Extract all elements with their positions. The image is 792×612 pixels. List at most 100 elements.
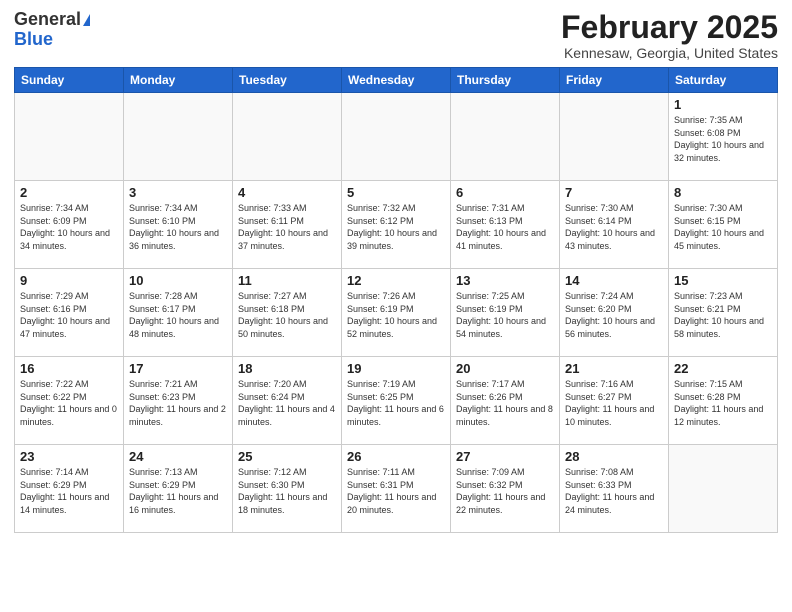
day-number: 7 (565, 185, 663, 200)
day-cell: 4 Sunrise: 7:33 AM Sunset: 6:11 PM Daylig… (233, 181, 342, 269)
logo-triangle-icon (83, 14, 90, 26)
week-row-1: 1 Sunrise: 7:35 AM Sunset: 6:08 PM Daylig… (15, 93, 778, 181)
day-number: 11 (238, 273, 336, 288)
weekday-tuesday: Tuesday (233, 68, 342, 93)
weekday-monday: Monday (124, 68, 233, 93)
day-info: Sunrise: 7:29 AM Sunset: 6:16 PM Dayligh… (20, 290, 118, 340)
day-cell: 18 Sunrise: 7:20 AM Sunset: 6:24 PM Dayli… (233, 357, 342, 445)
day-cell: 17 Sunrise: 7:21 AM Sunset: 6:23 PM Dayli… (124, 357, 233, 445)
weekday-header-row: SundayMondayTuesdayWednesdayThursdayFrid… (15, 68, 778, 93)
day-cell: 3 Sunrise: 7:34 AM Sunset: 6:10 PM Daylig… (124, 181, 233, 269)
day-number: 16 (20, 361, 118, 376)
day-cell: 16 Sunrise: 7:22 AM Sunset: 6:22 PM Dayli… (15, 357, 124, 445)
day-number: 10 (129, 273, 227, 288)
day-number: 28 (565, 449, 663, 464)
day-cell (342, 93, 451, 181)
day-info: Sunrise: 7:11 AM Sunset: 6:31 PM Dayligh… (347, 466, 445, 516)
location: Kennesaw, Georgia, United States (561, 45, 778, 61)
day-number: 21 (565, 361, 663, 376)
day-cell: 15Sunrise: 7:23 AM Sunset: 6:21 PM Dayli… (669, 269, 778, 357)
day-cell (560, 93, 669, 181)
weekday-wednesday: Wednesday (342, 68, 451, 93)
weekday-thursday: Thursday (451, 68, 560, 93)
day-number: 26 (347, 449, 445, 464)
day-cell (669, 445, 778, 533)
day-cell: 5 Sunrise: 7:32 AM Sunset: 6:12 PM Daylig… (342, 181, 451, 269)
day-cell: 14 Sunrise: 7:24 AM Sunset: 6:20 PM Dayli… (560, 269, 669, 357)
day-number: 5 (347, 185, 445, 200)
day-number: 19 (347, 361, 445, 376)
week-row-5: 23Sunrise: 7:14 AM Sunset: 6:29 PM Dayli… (15, 445, 778, 533)
week-row-4: 16 Sunrise: 7:22 AM Sunset: 6:22 PM Dayli… (15, 357, 778, 445)
day-number: 27 (456, 449, 554, 464)
day-cell: 20 Sunrise: 7:17 AM Sunset: 6:26 PM Dayli… (451, 357, 560, 445)
day-info: Sunrise: 7:33 AM Sunset: 6:11 PM Dayligh… (238, 202, 336, 252)
day-cell: 27 Sunrise: 7:09 AM Sunset: 6:32 PM Dayli… (451, 445, 560, 533)
weekday-friday: Friday (560, 68, 669, 93)
day-info: Sunrise: 7:30 AM Sunset: 6:15 PM Dayligh… (674, 202, 772, 252)
day-info: Sunrise: 7:30 AM Sunset: 6:14 PM Dayligh… (565, 202, 663, 252)
day-cell (233, 93, 342, 181)
day-info: Sunrise: 7:25 AM Sunset: 6:19 PM Dayligh… (456, 290, 554, 340)
header-right: February 2025 Kennesaw, Georgia, United … (561, 10, 778, 61)
day-info: Sunrise: 7:20 AM Sunset: 6:24 PM Dayligh… (238, 378, 336, 428)
day-cell: 11Sunrise: 7:27 AM Sunset: 6:18 PM Dayli… (233, 269, 342, 357)
calendar: SundayMondayTuesdayWednesdayThursdayFrid… (14, 67, 778, 533)
day-info: Sunrise: 7:14 AM Sunset: 6:29 PM Dayligh… (20, 466, 118, 516)
day-info: Sunrise: 7:08 AM Sunset: 6:33 PM Dayligh… (565, 466, 663, 516)
page: General Blue February 2025 Kennesaw, Geo… (0, 0, 792, 612)
day-number: 24 (129, 449, 227, 464)
weekday-saturday: Saturday (669, 68, 778, 93)
logo-general-text: General (14, 10, 81, 30)
day-info: Sunrise: 7:13 AM Sunset: 6:29 PM Dayligh… (129, 466, 227, 516)
day-info: Sunrise: 7:34 AM Sunset: 6:09 PM Dayligh… (20, 202, 118, 252)
day-cell: 7 Sunrise: 7:30 AM Sunset: 6:14 PM Daylig… (560, 181, 669, 269)
day-number: 15 (674, 273, 772, 288)
day-info: Sunrise: 7:22 AM Sunset: 6:22 PM Dayligh… (20, 378, 118, 428)
day-info: Sunrise: 7:28 AM Sunset: 6:17 PM Dayligh… (129, 290, 227, 340)
day-cell: 21 Sunrise: 7:16 AM Sunset: 6:27 PM Dayli… (560, 357, 669, 445)
day-info: Sunrise: 7:24 AM Sunset: 6:20 PM Dayligh… (565, 290, 663, 340)
header: General Blue February 2025 Kennesaw, Geo… (14, 10, 778, 61)
day-cell: 22Sunrise: 7:15 AM Sunset: 6:28 PM Dayli… (669, 357, 778, 445)
day-cell: 19 Sunrise: 7:19 AM Sunset: 6:25 PM Dayli… (342, 357, 451, 445)
week-row-3: 9 Sunrise: 7:29 AM Sunset: 6:16 PM Daylig… (15, 269, 778, 357)
day-info: Sunrise: 7:35 AM Sunset: 6:08 PM Dayligh… (674, 114, 772, 164)
day-info: Sunrise: 7:09 AM Sunset: 6:32 PM Dayligh… (456, 466, 554, 516)
day-cell: 13 Sunrise: 7:25 AM Sunset: 6:19 PM Dayli… (451, 269, 560, 357)
day-number: 3 (129, 185, 227, 200)
day-number: 25 (238, 449, 336, 464)
day-info: Sunrise: 7:16 AM Sunset: 6:27 PM Dayligh… (565, 378, 663, 428)
day-number: 14 (565, 273, 663, 288)
day-cell: 28 Sunrise: 7:08 AM Sunset: 6:33 PM Dayli… (560, 445, 669, 533)
day-number: 20 (456, 361, 554, 376)
day-number: 13 (456, 273, 554, 288)
day-cell: 6Sunrise: 7:31 AM Sunset: 6:13 PM Daylig… (451, 181, 560, 269)
day-number: 8 (674, 185, 772, 200)
day-cell: 23Sunrise: 7:14 AM Sunset: 6:29 PM Dayli… (15, 445, 124, 533)
day-info: Sunrise: 7:32 AM Sunset: 6:12 PM Dayligh… (347, 202, 445, 252)
day-cell: 25Sunrise: 7:12 AM Sunset: 6:30 PM Dayli… (233, 445, 342, 533)
day-number: 12 (347, 273, 445, 288)
day-info: Sunrise: 7:19 AM Sunset: 6:25 PM Dayligh… (347, 378, 445, 428)
day-cell: 24 Sunrise: 7:13 AM Sunset: 6:29 PM Dayli… (124, 445, 233, 533)
logo-blue-text: Blue (14, 30, 53, 50)
day-number: 22 (674, 361, 772, 376)
day-info: Sunrise: 7:34 AM Sunset: 6:10 PM Dayligh… (129, 202, 227, 252)
day-number: 9 (20, 273, 118, 288)
day-cell: 1 Sunrise: 7:35 AM Sunset: 6:08 PM Daylig… (669, 93, 778, 181)
day-cell (451, 93, 560, 181)
day-number: 4 (238, 185, 336, 200)
day-number: 2 (20, 185, 118, 200)
day-cell: 12Sunrise: 7:26 AM Sunset: 6:19 PM Dayli… (342, 269, 451, 357)
day-cell: 9 Sunrise: 7:29 AM Sunset: 6:16 PM Daylig… (15, 269, 124, 357)
day-number: 1 (674, 97, 772, 112)
day-number: 6 (456, 185, 554, 200)
day-cell: 8 Sunrise: 7:30 AM Sunset: 6:15 PM Daylig… (669, 181, 778, 269)
day-info: Sunrise: 7:21 AM Sunset: 6:23 PM Dayligh… (129, 378, 227, 428)
day-cell (124, 93, 233, 181)
day-info: Sunrise: 7:17 AM Sunset: 6:26 PM Dayligh… (456, 378, 554, 428)
day-cell: 10 Sunrise: 7:28 AM Sunset: 6:17 PM Dayli… (124, 269, 233, 357)
day-number: 17 (129, 361, 227, 376)
day-number: 18 (238, 361, 336, 376)
